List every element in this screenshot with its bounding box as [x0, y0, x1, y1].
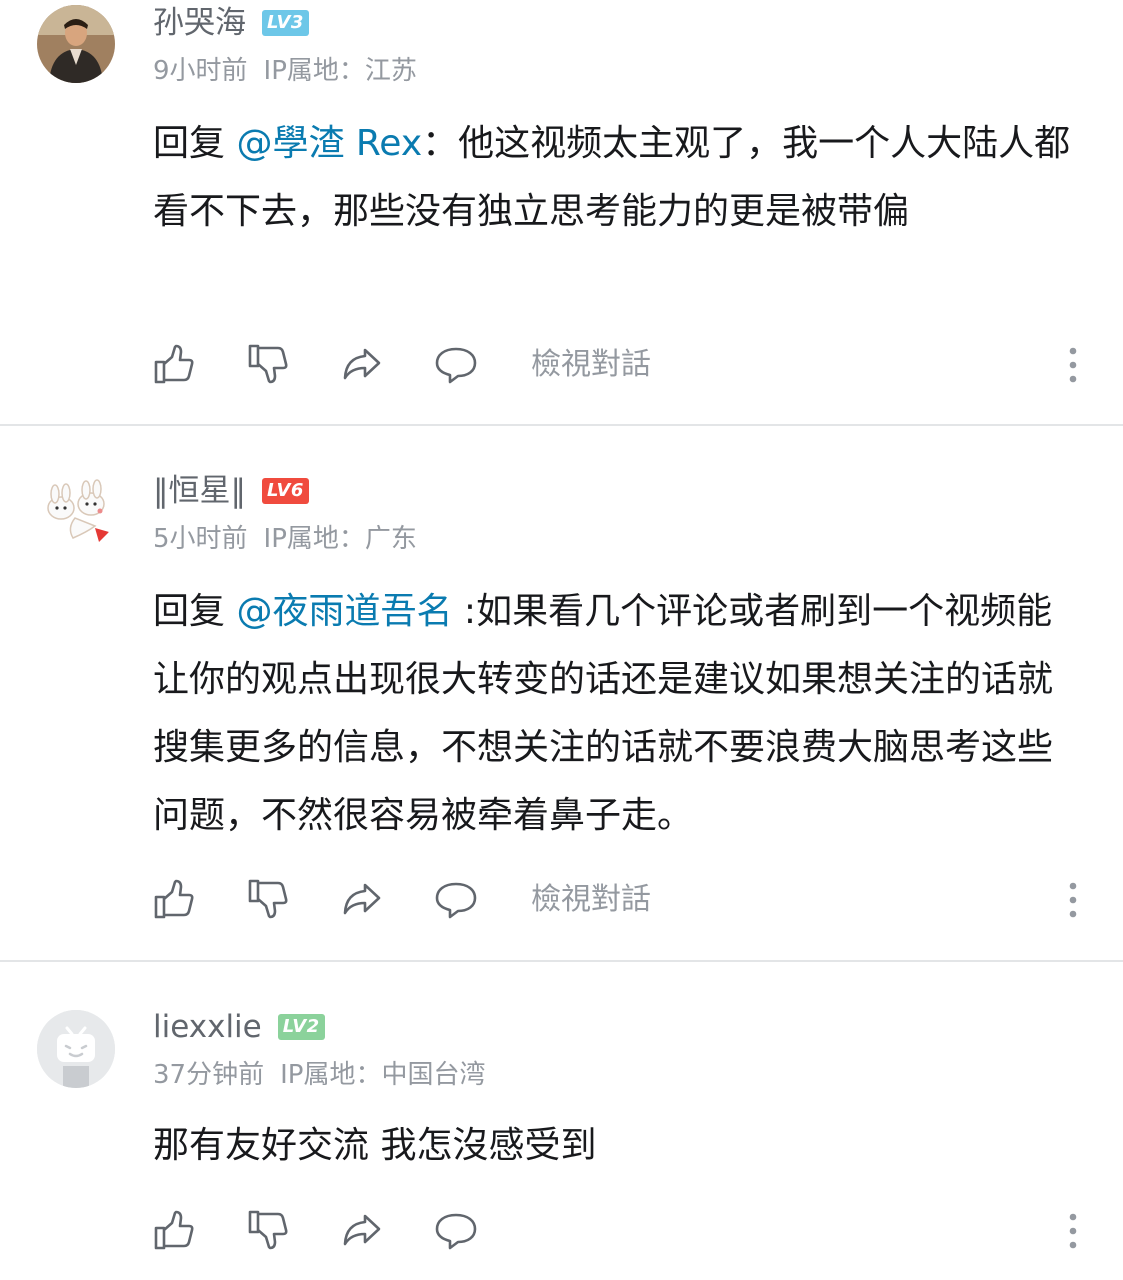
comment-actions: 檢視對話	[153, 878, 1123, 922]
share-button[interactable]	[341, 1209, 383, 1251]
level-badge: LV3	[262, 10, 309, 36]
more-vertical-icon[interactable]	[1063, 1209, 1083, 1253]
ip-location: IP属地：江苏	[263, 56, 417, 86]
comment-actions	[153, 1209, 1123, 1253]
comment-body: 那有友好交流 我怎沒感受到	[153, 1125, 597, 1166]
comment-text: 回复 @夜雨道吾名 :如果看几个评论或者刷到一个视频能让你的观点出现很大转变的话…	[153, 578, 1083, 850]
comment-text: 那有友好交流 我怎沒感受到	[153, 1112, 1083, 1180]
tv-default-avatar-icon	[37, 1010, 115, 1088]
comment-meta: 9小时前 IP属地：江苏	[153, 53, 417, 89]
avatar-image	[37, 472, 115, 550]
avatar-image	[37, 5, 115, 83]
thumbs-up-icon	[154, 879, 194, 919]
level-badge: LV2	[277, 1014, 325, 1040]
dislike-button[interactable]	[247, 878, 289, 920]
ip-location: IP属地：中国台湾	[280, 1060, 486, 1090]
thumbs-down-icon	[248, 879, 288, 919]
mention-link[interactable]: @夜雨道吾名	[236, 591, 452, 632]
comment-time: 5小时前	[153, 524, 248, 554]
comment-bubble-icon	[435, 882, 477, 919]
ip-location: IP属地：广东	[263, 524, 417, 554]
dislike-button[interactable]	[247, 343, 289, 385]
thumbs-down-icon	[248, 344, 288, 384]
username[interactable]: ‖恒星‖	[153, 471, 246, 511]
more-vertical-icon[interactable]	[1063, 343, 1083, 387]
comment-item: liexxlie LV2 37分钟前 IP属地：中国台湾 那有友好交流 我怎沒感受…	[0, 962, 1123, 1280]
like-button[interactable]	[153, 878, 195, 920]
like-button[interactable]	[153, 1209, 195, 1251]
comment-text: 回复 @學渣 Rex：他这视频太主观了，我一个人大陆人都看不下去，那些没有独立思…	[153, 110, 1083, 246]
comment-time: 9小时前	[153, 56, 248, 86]
avatar[interactable]	[37, 1010, 115, 1088]
reply-prefix: 回复	[153, 123, 226, 164]
username[interactable]: liexxlie	[153, 1007, 262, 1047]
share-button[interactable]	[341, 343, 383, 385]
avatar[interactable]	[37, 5, 115, 83]
thumbs-down-icon	[248, 1210, 288, 1250]
thumbs-up-icon	[154, 1210, 194, 1250]
share-icon	[343, 348, 381, 380]
avatar[interactable]	[37, 472, 115, 550]
comment-actions: 檢視對話	[153, 343, 1123, 387]
reply-prefix: 回复	[153, 591, 226, 632]
username[interactable]: 孙哭海	[153, 3, 246, 43]
mention-link[interactable]: @學渣 Rex	[236, 123, 422, 164]
mention-separator: :	[452, 591, 477, 632]
comment-meta: 5小时前 IP属地：广东	[153, 521, 417, 557]
more-vertical-icon[interactable]	[1063, 878, 1083, 922]
level-badge: LV6	[262, 478, 309, 504]
comment-meta: 37分钟前 IP属地：中国台湾	[153, 1057, 485, 1093]
view-dialog-link[interactable]: 檢視對話	[531, 343, 651, 387]
share-icon	[343, 1214, 381, 1246]
reply-button[interactable]	[435, 878, 477, 920]
comment-bubble-icon	[435, 347, 477, 384]
comment-bubble-icon	[435, 1213, 477, 1250]
thumbs-up-icon	[154, 344, 194, 384]
like-button[interactable]	[153, 343, 195, 385]
share-icon	[343, 883, 381, 915]
comment-time: 37分钟前	[153, 1060, 265, 1090]
share-button[interactable]	[341, 878, 383, 920]
mention-separator: ：	[422, 123, 459, 164]
reply-button[interactable]	[435, 1209, 477, 1251]
dislike-button[interactable]	[247, 1209, 289, 1251]
comment-item: ‖恒星‖ LV6 5小时前 IP属地：广东 回复 @夜雨道吾名 :如果看几个评论或…	[0, 426, 1123, 962]
comment-item: 孙哭海 LV3 9小时前 IP属地：江苏 回复 @學渣 Rex：他这视频太主观了，…	[0, 0, 1123, 426]
reply-button[interactable]	[435, 343, 477, 385]
view-dialog-link[interactable]: 檢視對話	[531, 878, 651, 922]
